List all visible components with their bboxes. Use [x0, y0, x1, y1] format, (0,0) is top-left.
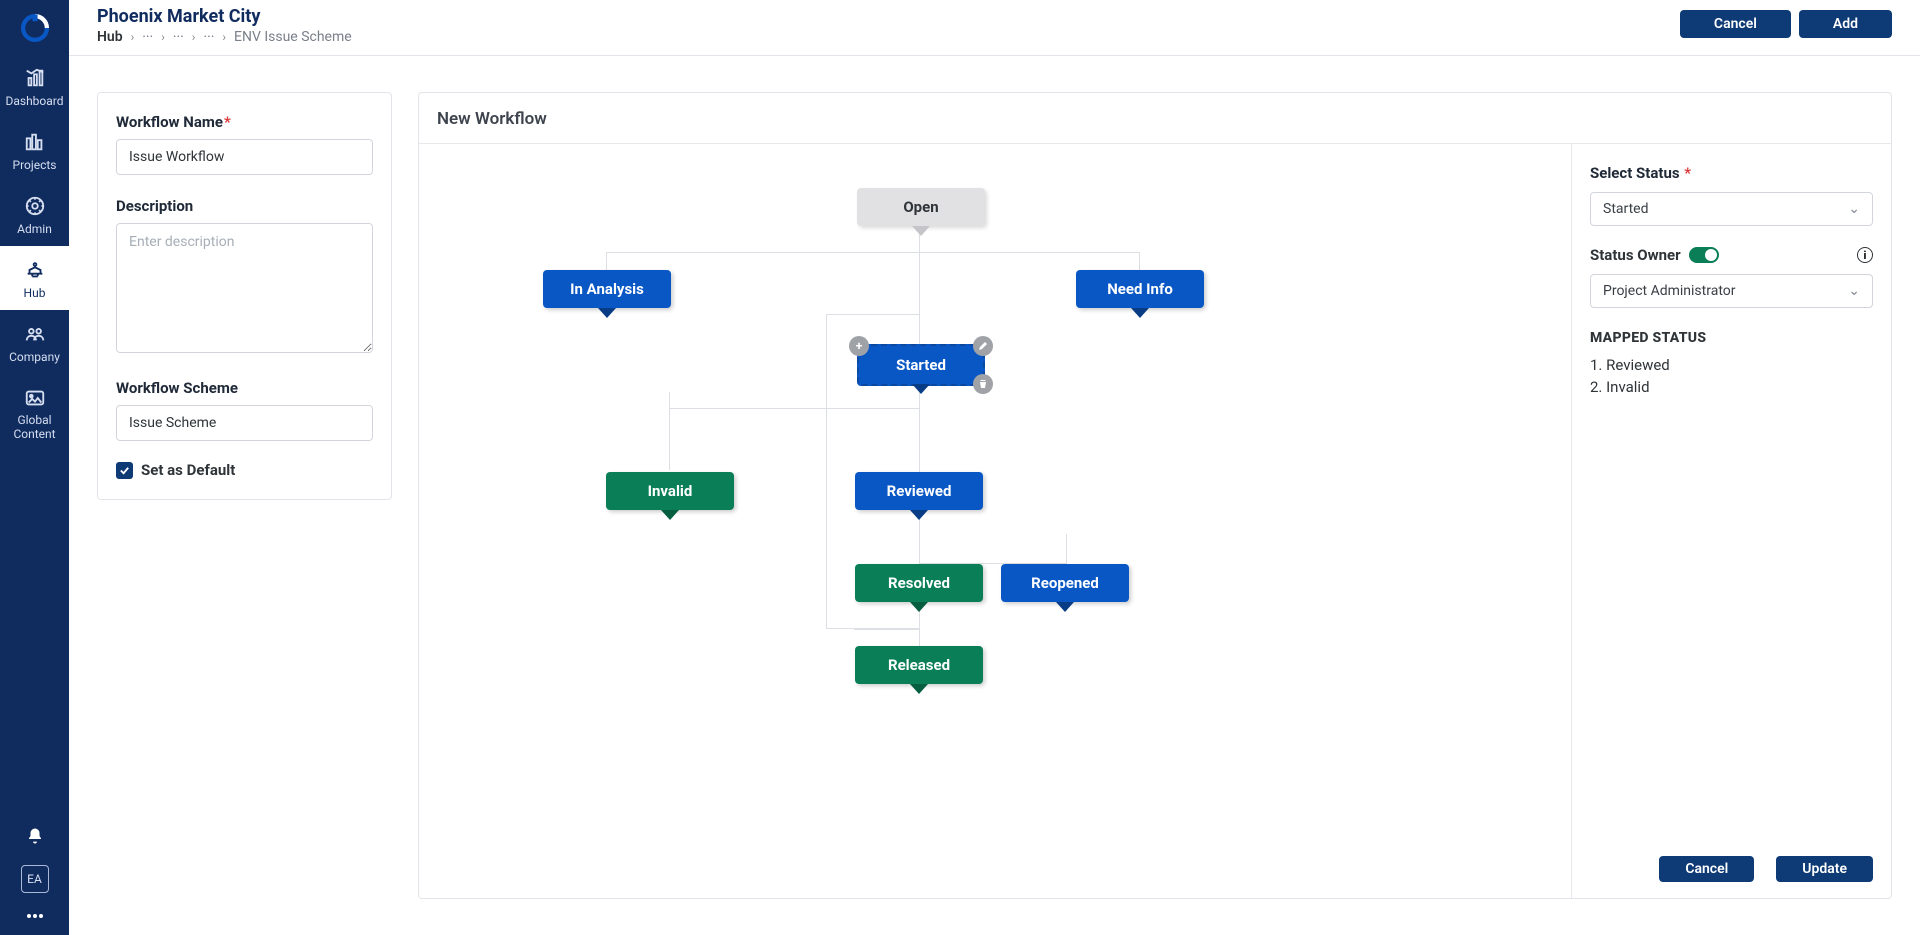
status-owner-toggle[interactable]: [1689, 247, 1719, 263]
breadcrumb-ellipsis[interactable]: ···: [203, 29, 214, 45]
projects-icon: [23, 130, 47, 154]
workflow-canvas[interactable]: Open In Analysis Need Info Started + Inv…: [419, 144, 1571, 898]
page-header: Phoenix Market City Hub › ··· › ··· › ··…: [69, 0, 1920, 56]
set-default-label: Set as Default: [141, 461, 235, 479]
nav-label: Company: [9, 350, 60, 364]
breadcrumb: Hub › ··· › ··· › ··· › ENV Issue Scheme: [97, 29, 352, 45]
node-reopened[interactable]: Reopened: [1001, 564, 1129, 602]
node-started[interactable]: Started +: [857, 344, 985, 386]
breadcrumb-leaf: ENV Issue Scheme: [234, 29, 352, 45]
checkbox-icon: [116, 462, 133, 479]
inspector-update-button[interactable]: Update: [1776, 856, 1873, 882]
canvas-title: New Workflow: [419, 93, 1891, 144]
chevron-right-icon: ›: [222, 30, 226, 44]
breadcrumb-ellipsis[interactable]: ···: [173, 29, 184, 45]
mapped-status-item: 1. Reviewed: [1590, 356, 1873, 374]
add-icon[interactable]: +: [849, 336, 869, 356]
node-reviewed[interactable]: Reviewed: [855, 472, 983, 510]
nav-label: Projects: [13, 158, 57, 172]
admin-icon: [23, 194, 47, 218]
node-invalid[interactable]: Invalid: [606, 472, 734, 510]
more-menu[interactable]: [0, 905, 69, 935]
name-label: Workflow Name*: [116, 113, 373, 131]
nav-company[interactable]: Company: [0, 310, 69, 374]
description-input[interactable]: [116, 223, 373, 353]
nav-global-content[interactable]: Global Content: [0, 374, 69, 452]
breadcrumb-ellipsis[interactable]: ···: [142, 29, 153, 45]
chevron-right-icon: ›: [161, 30, 165, 44]
select-status-value: Started: [1603, 201, 1649, 217]
edit-icon[interactable]: [973, 336, 993, 356]
dashboard-icon: [23, 66, 47, 90]
nav-hub[interactable]: Hub: [0, 246, 69, 310]
workflow-form-panel: Workflow Name* Description Workflow Sche…: [97, 92, 392, 500]
nav-label: Global Content: [0, 414, 69, 442]
page-title: Phoenix Market City: [97, 6, 352, 27]
status-owner-value: Project Administrator: [1603, 283, 1736, 299]
cancel-button[interactable]: Cancel: [1680, 10, 1791, 38]
info-icon[interactable]: i: [1857, 247, 1873, 263]
nav-label: Hub: [24, 286, 46, 300]
node-need-info[interactable]: Need Info: [1076, 270, 1204, 308]
company-icon: [23, 322, 47, 346]
nav-admin[interactable]: Admin: [0, 182, 69, 246]
nav-dashboard[interactable]: Dashboard: [0, 54, 69, 118]
chevron-down-icon: ⌄: [1848, 201, 1860, 217]
add-button[interactable]: Add: [1799, 10, 1892, 38]
edge: [669, 408, 920, 409]
node-released[interactable]: Released: [855, 646, 983, 684]
notifications-button[interactable]: [0, 813, 69, 859]
status-owner-dropdown[interactable]: Project Administrator ⌄: [1590, 274, 1873, 308]
scheme-label: Workflow Scheme: [116, 379, 373, 397]
inspector-cancel-button[interactable]: Cancel: [1659, 856, 1754, 882]
edge: [919, 534, 1067, 564]
node-in-analysis[interactable]: In Analysis: [543, 270, 671, 308]
user-avatar[interactable]: EA: [0, 859, 69, 905]
breadcrumb-root[interactable]: Hub: [97, 29, 123, 45]
chevron-down-icon: ⌄: [1848, 283, 1860, 299]
edge: [854, 629, 919, 630]
node-open[interactable]: Open: [857, 188, 985, 226]
edge: [669, 392, 670, 470]
app-logo: [15, 8, 55, 48]
nav-label: Dashboard: [5, 94, 63, 108]
select-status-label: Select Status *: [1590, 164, 1873, 182]
delete-icon[interactable]: [973, 374, 993, 394]
workflow-name-input[interactable]: [116, 139, 373, 175]
chevron-right-icon: ›: [131, 30, 135, 44]
mapped-status-item: 2. Invalid: [1590, 378, 1873, 396]
sidebar: Dashboard Projects Admin Hub Company Glo…: [0, 0, 69, 935]
workflow-scheme-input[interactable]: [116, 405, 373, 441]
status-owner-label: Status Owner: [1590, 246, 1681, 264]
nav-projects[interactable]: Projects: [0, 118, 69, 182]
description-label: Description: [116, 197, 373, 215]
mapped-status-title: MAPPED STATUS: [1590, 330, 1873, 346]
edge: [606, 252, 1140, 284]
chevron-right-icon: ›: [192, 30, 196, 44]
select-status-dropdown[interactable]: Started ⌄: [1590, 192, 1873, 226]
nav-label: Admin: [17, 222, 52, 236]
main-area: Phoenix Market City Hub › ··· › ··· › ··…: [69, 0, 1920, 935]
global-content-icon: [23, 386, 47, 410]
avatar-initials: EA: [27, 872, 42, 886]
hub-icon: [23, 258, 47, 282]
node-resolved[interactable]: Resolved: [855, 564, 983, 602]
workflow-canvas-panel: New Workflow Open In Analysis Need Info: [418, 92, 1892, 899]
status-inspector: Select Status * Started ⌄ Status Owner i…: [1571, 144, 1891, 898]
set-default-checkbox[interactable]: Set as Default: [116, 461, 373, 479]
